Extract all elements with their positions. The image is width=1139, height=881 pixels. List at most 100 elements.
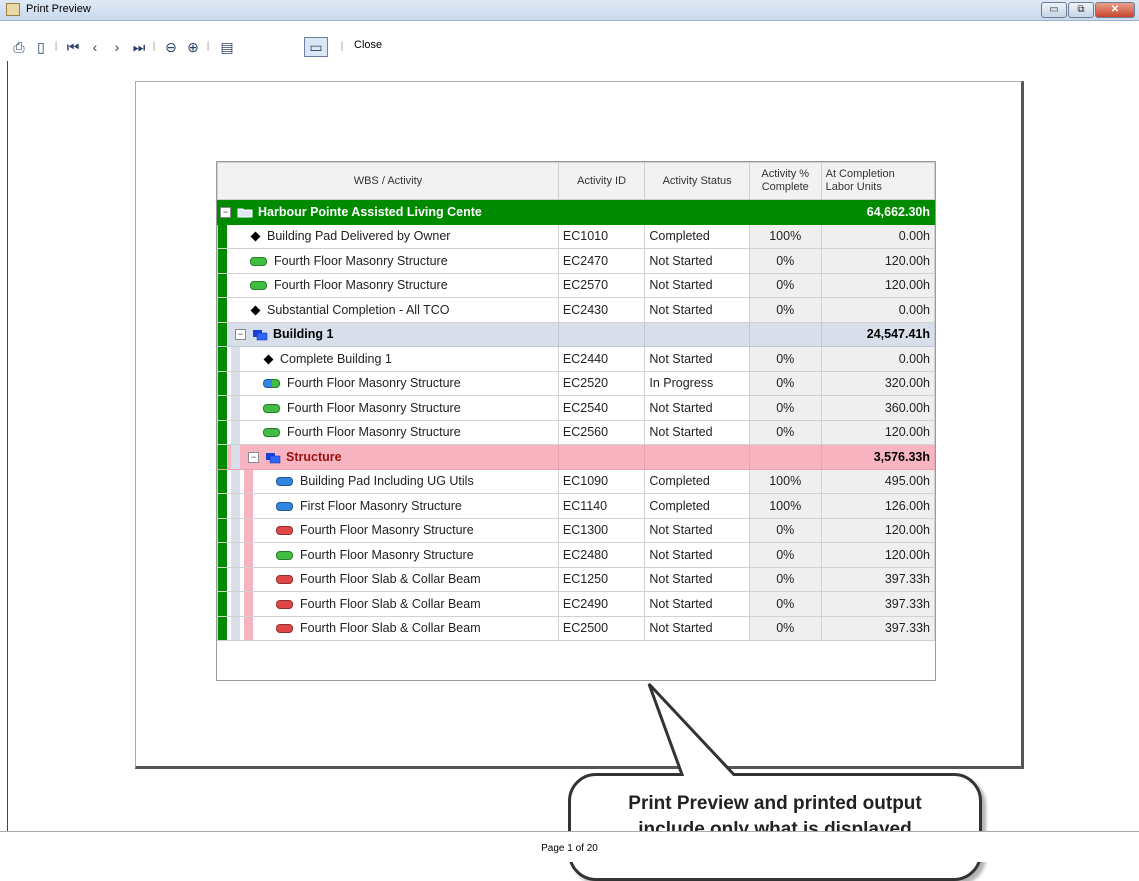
activity-pct-cell[interactable]: 0%	[748, 395, 822, 421]
column-header-activity-id[interactable]: Activity ID	[557, 162, 646, 200]
labor-units-cell[interactable]: 126.00h	[820, 493, 935, 519]
activity-id-cell[interactable]: EC2540	[557, 395, 646, 421]
preview-area[interactable]: WBS / Activity Activity ID Activity Stat…	[7, 61, 1139, 881]
activity-id-cell[interactable]: EC2470	[557, 248, 646, 274]
wbs-row[interactable]: − Structure 3,576.33h	[217, 444, 935, 470]
activity-pct-cell[interactable]: 100%	[748, 468, 822, 494]
activity-id-cell[interactable]: EC2430	[557, 297, 646, 323]
name-cell[interactable]: First Floor Masonry Structure	[217, 493, 559, 519]
activity-pct-cell[interactable]: 0%	[748, 370, 822, 396]
activity-id-cell[interactable]	[557, 199, 646, 225]
close-button[interactable]: Close	[354, 39, 382, 51]
name-cell[interactable]: Fourth Floor Masonry Structure	[217, 248, 559, 274]
activity-row[interactable]: First Floor Masonry Structure EC1140 Compl…	[217, 493, 935, 519]
collapse-toggle-icon[interactable]: −	[220, 206, 231, 218]
wbs-row[interactable]: − Harbour Pointe Assisted Living Cente 64,…	[217, 199, 935, 225]
labor-units-cell[interactable]: 64,662.30h	[820, 199, 935, 225]
activity-id-cell[interactable]: EC1250	[557, 566, 646, 592]
activity-id-cell[interactable]: EC1090	[557, 468, 646, 494]
name-cell[interactable]: Building Pad Including UG Utils	[217, 468, 559, 494]
labor-units-cell[interactable]: 397.33h	[820, 615, 935, 641]
activity-id-cell[interactable]: EC1300	[557, 517, 646, 543]
activity-pct-cell[interactable]: 0%	[748, 419, 822, 445]
labor-units-cell[interactable]: 120.00h	[820, 419, 935, 445]
activity-row[interactable]: Fourth Floor Masonry Structure EC1300 Not …	[217, 517, 935, 543]
activity-pct-cell[interactable]: 0%	[748, 542, 822, 568]
labor-units-cell[interactable]: 0.00h	[820, 223, 935, 249]
activity-id-cell[interactable]: EC1010	[557, 223, 646, 249]
name-cell[interactable]: Fourth Floor Masonry Structure	[217, 272, 559, 298]
activity-id-cell[interactable]: EC2570	[557, 272, 646, 298]
labor-units-cell[interactable]: 3,576.33h	[820, 444, 935, 470]
activity-id-cell[interactable]	[557, 321, 646, 347]
activity-pct-cell[interactable]	[748, 321, 822, 347]
name-cell[interactable]: Building Pad Delivered by Owner	[217, 223, 559, 249]
activity-status-cell[interactable]: Completed	[644, 468, 750, 494]
collapse-toggle-icon[interactable]: −	[248, 451, 259, 463]
activity-row[interactable]: Fourth Floor Masonry Structure EC2470 Not …	[217, 248, 935, 274]
activity-pct-cell[interactable]: 0%	[748, 517, 822, 543]
next-page-icon[interactable]: ›	[108, 38, 126, 56]
activity-row[interactable]: Fourth Floor Slab & Collar Beam EC2490 Not…	[217, 591, 935, 617]
activity-id-cell[interactable]: EC2480	[557, 542, 646, 568]
activity-row[interactable]: Fourth Floor Slab & Collar Beam EC1250 Not…	[217, 566, 935, 592]
labor-units-cell[interactable]: 120.00h	[820, 542, 935, 568]
labor-units-cell[interactable]: 397.33h	[820, 566, 935, 592]
activity-id-cell[interactable]: EC2490	[557, 591, 646, 617]
labor-units-cell[interactable]: 120.00h	[820, 272, 935, 298]
activity-status-cell[interactable]	[644, 321, 750, 347]
name-cell[interactable]: Fourth Floor Slab & Collar Beam	[217, 591, 559, 617]
minimize-button[interactable]: ▭	[1041, 2, 1067, 18]
activity-status-cell[interactable]: Not Started	[644, 248, 750, 274]
labor-units-cell[interactable]: 360.00h	[820, 395, 935, 421]
activity-row[interactable]: Fourth Floor Masonry Structure EC2570 Not …	[217, 272, 935, 298]
activity-id-cell[interactable]: EC2500	[557, 615, 646, 641]
activity-id-cell[interactable]: EC1140	[557, 493, 646, 519]
labor-units-cell[interactable]: 120.00h	[820, 517, 935, 543]
collapse-toggle-icon[interactable]: −	[235, 329, 246, 341]
page-setup-icon[interactable]: ▯	[32, 38, 50, 56]
activity-id-cell[interactable]: EC2560	[557, 419, 646, 445]
activity-row[interactable]: Fourth Floor Slab & Collar Beam EC2500 Not…	[217, 615, 935, 641]
single-page-icon[interactable]: ▤	[218, 38, 236, 56]
column-header-activity-status[interactable]: Activity Status	[644, 162, 750, 200]
name-cell[interactable]: Complete Building 1	[217, 346, 559, 372]
activity-row[interactable]: Substantial Completion - All TCO EC2430 No…	[217, 297, 935, 323]
activity-pct-cell[interactable]: 100%	[748, 223, 822, 249]
name-cell[interactable]: − Structure	[217, 444, 559, 470]
zoom-in-icon[interactable]: ⊕	[184, 38, 202, 56]
labor-units-cell[interactable]: 24,547.41h	[820, 321, 935, 347]
activity-row[interactable]: Complete Building 1 EC2440 Not Started 0% 0.…	[217, 346, 935, 372]
activity-status-cell[interactable]: In Progress	[644, 370, 750, 396]
activity-status-cell[interactable]: Not Started	[644, 542, 750, 568]
activity-pct-cell[interactable]: 0%	[748, 272, 822, 298]
activity-pct-cell[interactable]: 0%	[748, 591, 822, 617]
activity-status-cell[interactable]: Not Started	[644, 272, 750, 298]
name-cell[interactable]: Substantial Completion - All TCO	[217, 297, 559, 323]
labor-units-cell[interactable]: 397.33h	[820, 591, 935, 617]
activity-status-cell[interactable]: Not Started	[644, 566, 750, 592]
activity-status-cell[interactable]: Not Started	[644, 297, 750, 323]
name-cell[interactable]: − Building 1	[217, 321, 559, 347]
activity-row[interactable]: Fourth Floor Masonry Structure EC2520 In P…	[217, 370, 935, 396]
name-cell[interactable]: Fourth Floor Masonry Structure	[217, 419, 559, 445]
labor-units-cell[interactable]: 320.00h	[820, 370, 935, 396]
activity-id-cell[interactable]: EC2520	[557, 370, 646, 396]
close-window-button[interactable]: ✕	[1095, 2, 1135, 18]
activity-row[interactable]: Fourth Floor Masonry Structure EC2540 Not …	[217, 395, 935, 421]
activity-pct-cell[interactable]	[748, 199, 822, 225]
activity-status-cell[interactable]: Not Started	[644, 615, 750, 641]
name-cell[interactable]: Fourth Floor Masonry Structure	[217, 542, 559, 568]
name-cell[interactable]: Fourth Floor Masonry Structure	[217, 517, 559, 543]
activity-id-cell[interactable]	[557, 444, 646, 470]
activity-row[interactable]: Building Pad Including UG Utils EC1090 Com…	[217, 468, 935, 494]
activity-status-cell[interactable]	[644, 199, 750, 225]
labor-units-cell[interactable]: 495.00h	[820, 468, 935, 494]
activity-pct-cell[interactable]: 0%	[748, 297, 822, 323]
activity-status-cell[interactable]: Not Started	[644, 419, 750, 445]
activity-pct-cell[interactable]: 100%	[748, 493, 822, 519]
restore-button[interactable]: ⧉	[1068, 2, 1094, 18]
activity-pct-cell[interactable]: 0%	[748, 615, 822, 641]
activity-status-cell[interactable]: Not Started	[644, 517, 750, 543]
activity-status-cell[interactable]: Completed	[644, 223, 750, 249]
